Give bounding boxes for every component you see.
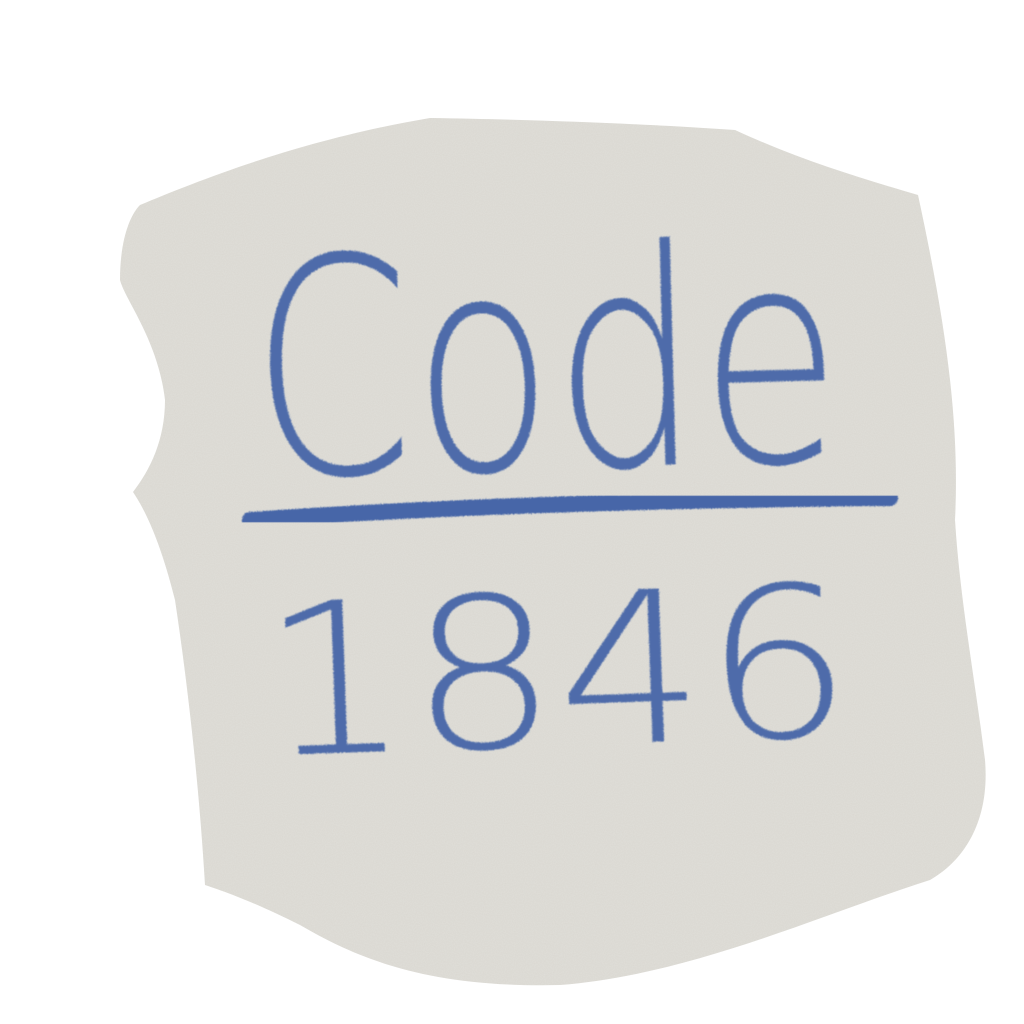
note-number: 1846 [258, 540, 856, 805]
handwritten-note-scene: Code 1846 [120, 118, 986, 986]
